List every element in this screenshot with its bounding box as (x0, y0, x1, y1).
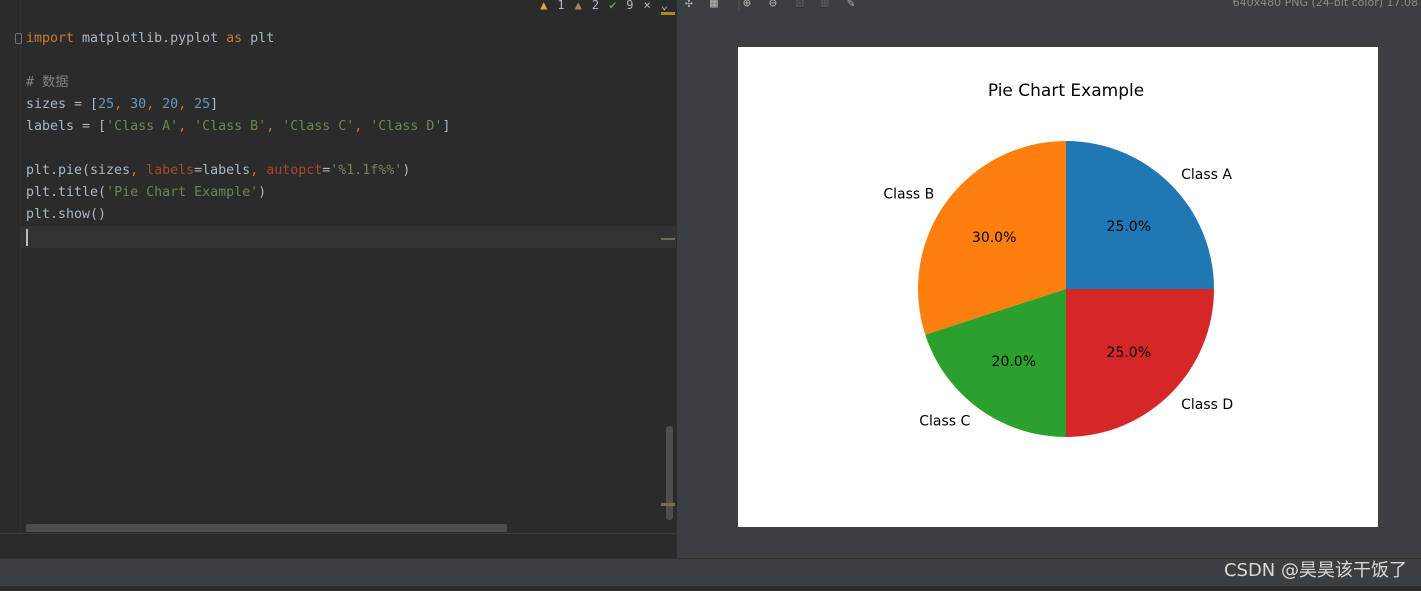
code-token: ] (442, 119, 451, 134)
code-token: 25 (98, 97, 115, 112)
code-token: 30 (130, 97, 147, 112)
scroll-marker (661, 12, 675, 15)
actual-size-icon[interactable]: ⊡ (796, 0, 804, 11)
watermark: CSDN @昊昊该干饭了 (1223, 560, 1407, 581)
zoom-out-icon[interactable]: ⊖ (769, 0, 777, 11)
editor-footer (0, 533, 676, 558)
code-token: 'Pie Chart Example' (106, 185, 259, 200)
slice-percent-label: 20.0% (992, 354, 1036, 370)
warning-icon: ▲ (574, 0, 582, 12)
code-token: , (114, 97, 131, 112)
grid-icon[interactable]: ▦ (710, 0, 718, 11)
viewer-toolbar: ✣ ▦ | ⊕ ⊖ ⊡ ⊞ ✎ 640x480 PNG (24-bit colo… (677, 0, 1421, 14)
code-token: , (146, 97, 163, 112)
code-token: '%1.1f%%' (330, 163, 403, 178)
fit-icon[interactable]: ✣ (685, 0, 693, 11)
text-caret (26, 229, 28, 246)
horizontal-scrollbar[interactable] (26, 524, 507, 532)
code-token: , (266, 119, 283, 134)
code-line: plt.pie(sizes, labels=labels, autopct='%… (26, 160, 450, 182)
status-bar (0, 558, 1421, 587)
zoom-in-icon[interactable]: ⊕ (743, 0, 751, 11)
typo-count: 9 (626, 0, 634, 12)
fit-zoom-icon[interactable]: ⊞ (821, 0, 829, 11)
code-token: ] (210, 97, 219, 112)
fold-marker-icon[interactable] (15, 33, 22, 44)
slice-label: Class B (883, 186, 934, 202)
code-token: plt.show() (26, 207, 107, 222)
code-token: , (250, 163, 267, 178)
code-token: , (354, 119, 371, 134)
code-token: 'Class D' (370, 119, 443, 134)
warning-count: 2 (591, 0, 600, 12)
inspection-widget[interactable]: ▲ 1 ▲ 2 ✔ 9 × ⌄ (540, 0, 668, 12)
code-line: sizes = [25, 30, 20, 25] (26, 94, 450, 116)
code-token: , (178, 97, 195, 112)
code-token: 20 (162, 97, 179, 112)
typo-icon: ✔ (609, 0, 617, 12)
code-token: 'Class C' (282, 119, 355, 134)
slice-label: Class C (919, 414, 970, 430)
code-token: 'Class B' (194, 119, 267, 134)
code-token: 25 (194, 97, 211, 112)
code-line: plt.title('Pie Chart Example') (26, 182, 450, 204)
error-count: 1 (557, 0, 565, 12)
code-token: , (178, 119, 195, 134)
code-line: labels = ['Class A', 'Class B', 'Class C… (26, 116, 450, 138)
slice-percent-label: 25.0% (1107, 219, 1151, 235)
code-token: as (226, 31, 243, 46)
chart-title: Pie Chart Example (988, 81, 1144, 101)
image-info: 640x480 PNG (24-bit color) 17.08 (1232, 0, 1418, 9)
image-canvas: Pie Chart Example Class A 25.0% Class B 30.0… (738, 47, 1378, 527)
code-token: import (26, 31, 75, 46)
image-viewer: ✣ ▦ | ⊕ ⊖ ⊡ ⊞ ✎ 640x480 PNG (24-bit colo… (676, 0, 1421, 558)
editor-gutter (0, 0, 22, 533)
pie-slice (1066, 289, 1214, 437)
chevron-down-icon[interactable]: ⌄ (661, 0, 668, 11)
code-line: plt.show() (26, 204, 450, 226)
code-token: =labels (194, 163, 251, 178)
code-line: import matplotlib.pyplot as plt (26, 28, 450, 50)
code-token: # 数据 (26, 75, 69, 90)
code-token: ) (402, 163, 411, 178)
pie-slice (1066, 141, 1214, 289)
scroll-marker (661, 503, 675, 506)
slice-label: Class D (1181, 397, 1233, 413)
code-token: autopct (266, 163, 323, 178)
code-token: sizes = [ (26, 97, 99, 112)
code-token: matplotlib.pyplot (74, 31, 227, 46)
code-token: plt.pie(sizes (26, 163, 131, 178)
pie-chart: Pie Chart Example Class A 25.0% Class B 30.0… (883, 81, 1233, 437)
code-line: # 数据 (26, 72, 450, 94)
color-picker-icon[interactable]: ✎ (847, 0, 855, 11)
code-token: 'Class A' (106, 119, 179, 134)
close-icon[interactable]: × (644, 0, 651, 11)
code-token: , (130, 163, 147, 178)
code-token: labels = [ (26, 119, 107, 134)
separator: | (735, 0, 743, 11)
code-content[interactable]: import matplotlib.pyplot as plt # 数据 size… (26, 28, 450, 248)
bottom-strip (0, 586, 1421, 591)
code-token: labels (146, 163, 195, 178)
slice-percent-label: 25.0% (1107, 345, 1151, 361)
slice-label: Class A (1181, 167, 1232, 183)
code-token: plt.title( (26, 185, 107, 200)
code-editor[interactable]: ▲ 1 ▲ 2 ✔ 9 × ⌄ import matplotlib.pyplot as… (0, 0, 676, 558)
code-token: plt (242, 31, 275, 46)
code-token: ) (258, 185, 267, 200)
slice-percent-label: 30.0% (972, 230, 1016, 246)
scroll-marker (661, 238, 675, 240)
error-icon: ▲ (540, 0, 548, 12)
